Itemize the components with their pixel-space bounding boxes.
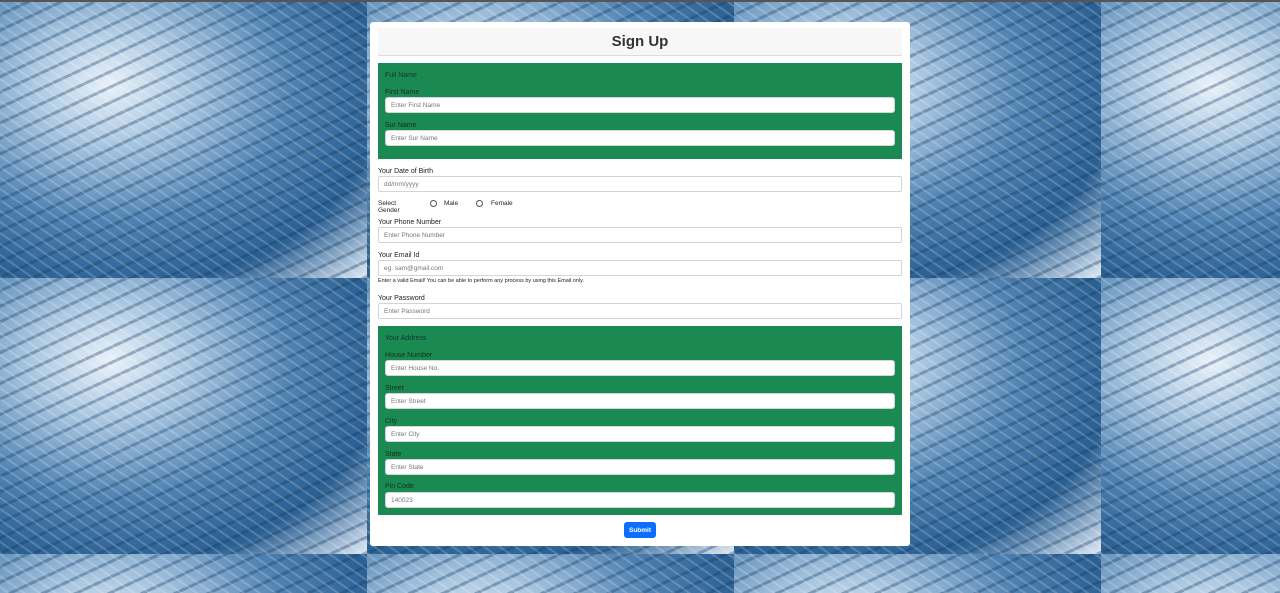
dob-label: Your Date of Birth (378, 168, 433, 175)
dob-input[interactable] (378, 176, 902, 192)
phone-label: Your Phone Number (378, 219, 442, 226)
state-label: State (385, 451, 402, 458)
first-name-label: First Name (385, 89, 420, 96)
city-label: City (385, 418, 398, 425)
first-name-input[interactable] (385, 97, 895, 113)
pin-code-input[interactable] (385, 492, 895, 508)
house-number-label: House Number (385, 352, 433, 359)
page-title: Sign Up (378, 28, 902, 56)
signup-card: Sign Up Full Name First Name Sur Name Yo… (370, 22, 910, 546)
address-section-label: Your Address (385, 335, 427, 342)
submit-button[interactable]: Submit (624, 522, 656, 538)
street-label: Street (385, 385, 404, 392)
address-section: Your Address House Number Street City St… (378, 326, 902, 515)
email-help-text: Enter a valid Email! You can be able to … (378, 278, 584, 284)
password-label: Your Password (378, 295, 425, 302)
phone-input[interactable] (378, 227, 902, 243)
email-input[interactable] (378, 260, 902, 276)
password-input[interactable] (378, 303, 902, 319)
email-label: Your Email Id (378, 252, 420, 259)
gender-female-label: Female (491, 200, 513, 207)
state-input[interactable] (385, 459, 895, 475)
sur-name-label: Sur Name (385, 122, 417, 129)
street-input[interactable] (385, 393, 895, 409)
sur-name-input[interactable] (385, 130, 895, 146)
browser-top-edge (0, 0, 1280, 2)
gender-female-radio[interactable] (476, 200, 483, 207)
full-name-section: Full Name First Name Sur Name (378, 63, 902, 159)
house-number-input[interactable] (385, 360, 895, 376)
gender-label: Select Gender (378, 200, 400, 214)
gender-male-radio[interactable] (430, 200, 437, 207)
gender-male-label: Male (444, 200, 459, 207)
full-name-section-label: Full Name (385, 72, 417, 79)
pin-code-label: Pin Code (385, 483, 414, 490)
city-input[interactable] (385, 426, 895, 442)
